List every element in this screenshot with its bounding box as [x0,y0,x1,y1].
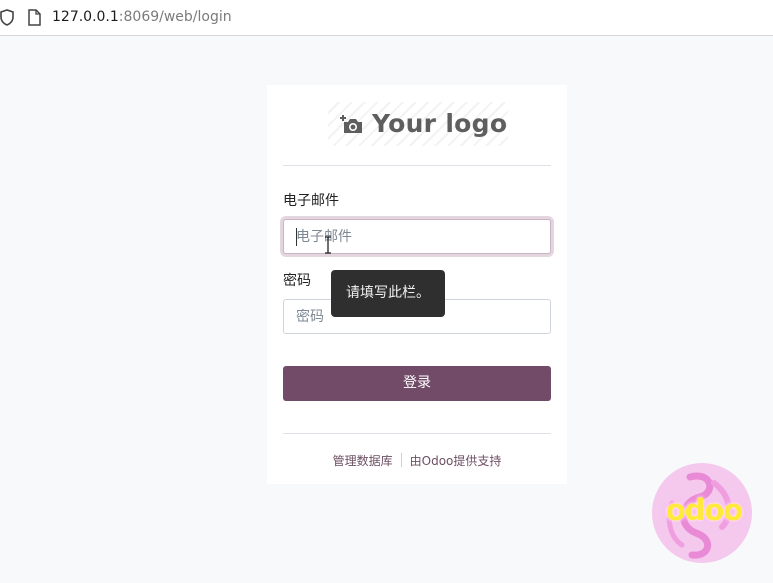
url-text[interactable]: 127.0.0.1:8069/web/login [52,8,232,26]
url-path: :8069/web/login [118,9,232,25]
url-host: 127.0.0.1 [52,9,119,25]
footer-separator [400,453,402,467]
login-button[interactable]: 登录 [283,366,551,401]
powered-by-odoo-link[interactable]: 由Odoo提供支持 [410,452,502,469]
text-caret [296,228,297,246]
divider-bottom [283,433,551,434]
footer-links: 管理数据库 由Odoo提供支持 [267,451,567,469]
validation-tooltip: 请填写此栏。 [331,270,445,317]
odoo-badge-text: odoo [665,493,744,527]
email-label: 电子邮件 [283,193,339,209]
password-label: 密码 [283,273,311,289]
manage-databases-link[interactable]: 管理数据库 [333,452,393,469]
logo-text: Your logo [372,109,508,138]
logo: Your logo [328,102,508,146]
divider-top [283,165,551,166]
browser-address-bar[interactable]: 127.0.0.1:8069/web/login [0,0,773,36]
odoo-badge: odoo [652,463,752,563]
text-cursor-icon [325,236,331,254]
shield-icon[interactable] [0,9,14,26]
page-icon [28,9,41,26]
camera-add-icon [340,115,362,133]
